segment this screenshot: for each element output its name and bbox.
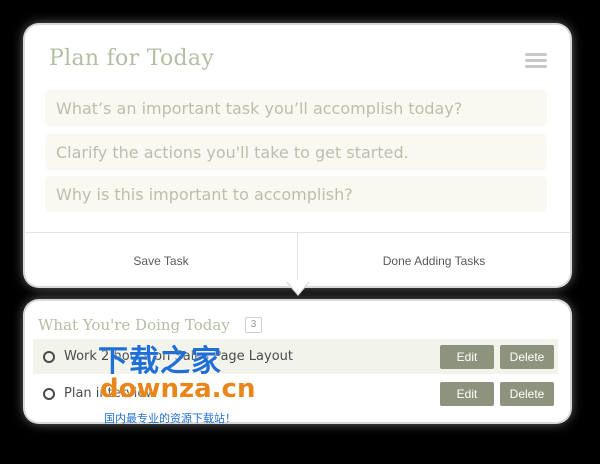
task-count-badge: 3 [245, 317, 262, 333]
task-complete-radio[interactable] [43, 387, 55, 400]
task-complete-radio[interactable] [43, 350, 55, 363]
delete-task-button[interactable]: Delete [500, 344, 554, 369]
panel-pointer [286, 280, 310, 294]
plan-title: Plan for Today [49, 46, 215, 71]
today-title: What You're Doing Today [38, 316, 230, 334]
plan-actions: Save Task Done Adding Tasks [25, 232, 570, 286]
done-adding-tasks-button[interactable]: Done Adding Tasks [298, 233, 570, 286]
save-task-button[interactable]: Save Task [25, 233, 298, 286]
menu-bar [525, 53, 547, 56]
menu-bar [525, 59, 547, 62]
task-text: Plan interview [64, 386, 157, 401]
why-important-input[interactable] [45, 176, 547, 212]
delete-task-button[interactable]: Delete [500, 381, 554, 406]
hamburger-menu-icon[interactable] [525, 53, 547, 69]
edit-task-button[interactable]: Edit [440, 344, 494, 369]
task-row: Work 2 hours on Sales Page Layout Edit D… [33, 339, 558, 374]
task-row: Plan interview Edit Delete [33, 376, 558, 411]
important-task-input[interactable] [45, 90, 547, 126]
today-panel: What You're Doing Today 3 Work 2 hours o… [25, 301, 570, 422]
actions-input[interactable] [45, 134, 547, 170]
task-text: Work 2 hours on Sales Page Layout [64, 349, 293, 364]
menu-bar [525, 65, 547, 68]
edit-task-button[interactable]: Edit [440, 381, 494, 406]
plan-panel: Plan for Today Save Task Done Adding Tas… [25, 25, 570, 286]
